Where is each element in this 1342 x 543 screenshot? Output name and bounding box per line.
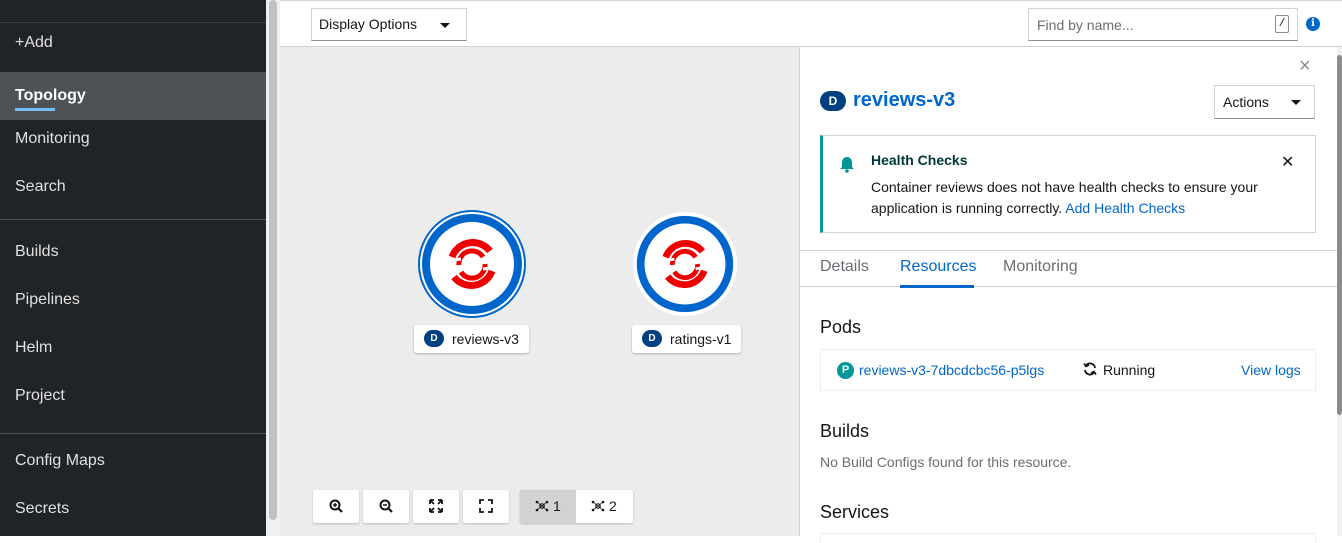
- scrollbar-thumb[interactable]: [1337, 55, 1342, 415]
- sidebar-item-search[interactable]: Search: [0, 163, 266, 211]
- sidebar-item-label: Config Maps: [15, 452, 105, 469]
- sidebar-item-builds[interactable]: Builds: [0, 228, 266, 276]
- sidebar-item-add[interactable]: +Add: [0, 19, 266, 67]
- sidebar-item-label: Monitoring: [15, 130, 90, 147]
- zoom-out-icon: [379, 499, 393, 513]
- services-heading: Services: [820, 502, 890, 522]
- sidebar-item-label: Helm: [15, 339, 53, 356]
- info-icon[interactable]: i: [1306, 17, 1320, 31]
- topology-canvas[interactable]: D reviews-v3 D ratings-v1: [280, 47, 799, 536]
- pod-name-link[interactable]: reviews-v3-7dbcdcbc56-p5lgs: [859, 362, 1044, 378]
- alert-title: Health Checks: [871, 152, 968, 168]
- active-tab-indicator: [900, 285, 974, 288]
- sidebar-item-monitoring[interactable]: Monitoring: [0, 115, 266, 163]
- display-options-label: Display Options: [319, 16, 418, 32]
- zoom-in-button[interactable]: [313, 490, 359, 523]
- close-panel-icon[interactable]: ×: [1299, 56, 1311, 76]
- sidebar-item-helm[interactable]: Helm: [0, 324, 266, 372]
- keyboard-shortcut-hint: /: [1275, 15, 1289, 33]
- fullscreen-icon: [479, 499, 493, 513]
- sidebar-item-secrets[interactable]: Secrets: [0, 485, 266, 533]
- zoom-out-button[interactable]: [363, 490, 409, 523]
- sidebar-item-project[interactable]: Project: [0, 372, 266, 420]
- tab-monitoring[interactable]: Monitoring: [1003, 258, 1078, 276]
- tab-details[interactable]: Details: [820, 258, 869, 276]
- node-name: ratings-v1: [670, 331, 732, 347]
- openshift-logo-icon: [632, 211, 738, 317]
- sync-icon: [1083, 362, 1097, 376]
- layout-2-button[interactable]: 2: [576, 490, 632, 523]
- topology-layout-icon: [591, 500, 605, 512]
- sidebar-item-label: Secrets: [15, 500, 70, 517]
- deployment-badge: D: [820, 91, 846, 111]
- deployment-badge: D: [642, 330, 662, 347]
- layout-1-button[interactable]: 1: [520, 490, 576, 523]
- active-indicator: [15, 108, 55, 111]
- services-list: [820, 533, 1316, 543]
- sidebar-item-label: Project: [15, 387, 65, 404]
- actions-label: Actions: [1223, 94, 1269, 110]
- caret-down-icon: [1291, 100, 1301, 105]
- bell-icon: [840, 157, 854, 173]
- sidebar-item-label: Pipelines: [15, 291, 80, 308]
- sidebar-item-label: Search: [15, 178, 66, 195]
- layout-2-label: 2: [609, 498, 617, 514]
- sidebar-item-config-maps[interactable]: Config Maps: [0, 437, 266, 485]
- sidebar-item-label: Builds: [15, 243, 59, 260]
- node-label-ratings-v1[interactable]: D ratings-v1: [632, 325, 742, 353]
- builds-heading: Builds: [820, 421, 870, 441]
- panel-title[interactable]: reviews-v3: [853, 87, 955, 113]
- expand-icon: [429, 499, 443, 513]
- scrollbar-thumb[interactable]: [269, 0, 277, 520]
- display-options-dropdown[interactable]: Display Options: [311, 8, 467, 41]
- sidebar-divider: [0, 219, 266, 220]
- find-by-name-input[interactable]: [1028, 8, 1298, 41]
- layout-toggle-group: 1 2: [520, 490, 633, 523]
- alert-body: Container reviews does not have health c…: [871, 177, 1291, 219]
- topology-node-reviews-v3[interactable]: [417, 209, 527, 319]
- pods-heading: Pods: [820, 317, 862, 337]
- builds-empty-message: No Build Configs found for this resource…: [820, 454, 1072, 470]
- topology-toolbar: Display Options / i: [280, 0, 1342, 47]
- sidebar-item-label: +Add: [15, 34, 53, 51]
- zoom-in-icon: [329, 499, 343, 513]
- sidebar-item-pipelines[interactable]: Pipelines: [0, 276, 266, 324]
- fit-to-screen-button[interactable]: [413, 490, 459, 523]
- sidebar-divider: [0, 433, 266, 434]
- reset-view-button[interactable]: [463, 490, 509, 523]
- openshift-logo-icon: [418, 210, 526, 318]
- node-label-reviews-v3[interactable]: D reviews-v3: [414, 325, 529, 353]
- view-logs-link[interactable]: View logs: [1241, 362, 1301, 378]
- topology-layout-icon: [535, 500, 549, 512]
- deployment-badge: D: [424, 330, 444, 347]
- sidebar-scrollbar[interactable]: [266, 0, 280, 536]
- pod-badge: P: [837, 362, 854, 379]
- sidebar-item-label: Topology: [15, 87, 86, 104]
- close-alert-icon[interactable]: ✕: [1281, 152, 1294, 172]
- tab-resources[interactable]: Resources: [900, 258, 976, 276]
- actions-dropdown[interactable]: Actions: [1214, 85, 1315, 119]
- sidebar-item-topology[interactable]: Topology: [0, 72, 266, 120]
- panel-tabs: Details Resources Monitoring: [800, 250, 1338, 288]
- node-name: reviews-v3: [452, 331, 519, 347]
- caret-down-icon: [440, 23, 450, 28]
- pod-list-item: P reviews-v3-7dbcdcbc56-p5lgs Running Vi…: [820, 349, 1316, 391]
- layout-1-label: 1: [553, 498, 561, 514]
- panel-scrollbar[interactable]: [1337, 47, 1342, 536]
- add-health-checks-link[interactable]: Add Health Checks: [1065, 200, 1185, 216]
- health-checks-alert: Health Checks Container reviews does not…: [820, 135, 1316, 233]
- pod-status: Running: [1103, 362, 1156, 378]
- topology-node-ratings-v1[interactable]: [632, 211, 738, 317]
- resource-side-panel: × D reviews-v3 Actions Health Checks Con…: [799, 47, 1338, 543]
- sidebar-nav: +Add Topology Monitoring Search Builds P…: [0, 0, 266, 536]
